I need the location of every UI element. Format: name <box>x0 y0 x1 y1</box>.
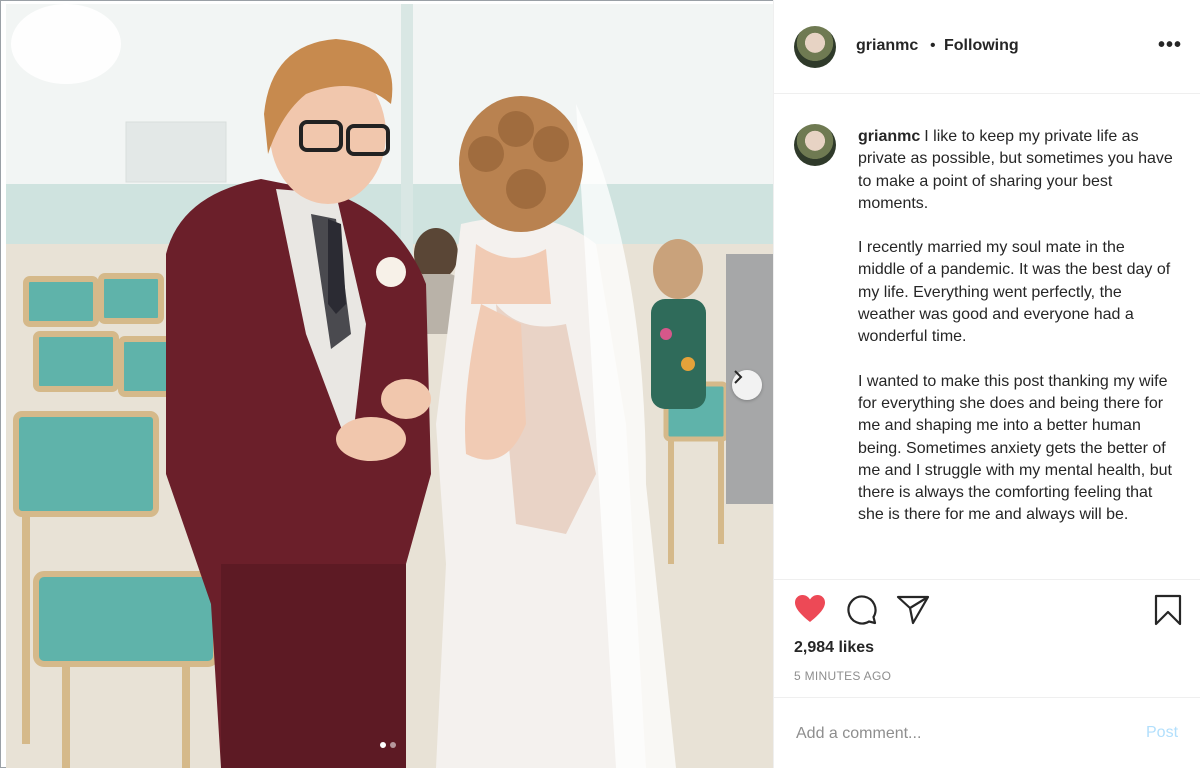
carousel-dot-active <box>380 742 386 748</box>
carousel-dot <box>390 742 396 748</box>
wedding-photo-illustration <box>6 4 773 768</box>
post-sidebar: grianmc • Following ••• grianmc I like to… <box>773 0 1200 768</box>
avatar[interactable] <box>794 26 836 68</box>
post-header: grianmc • Following ••• <box>774 0 1200 94</box>
bookmark-icon[interactable] <box>1154 594 1182 626</box>
caption-avatar[interactable] <box>794 124 836 166</box>
caption-paragraph-1: grianmc I like to keep my private life as… <box>858 126 1174 215</box>
share-icon[interactable] <box>896 594 930 626</box>
comment-icon[interactable] <box>846 594 878 626</box>
post-photo[interactable] <box>6 4 773 768</box>
caption-text: grianmc I like to keep my private life as… <box>858 126 1174 549</box>
following-button[interactable]: Following <box>944 37 1019 55</box>
post-timestamp[interactable]: 5 MINUTES AGO <box>794 669 891 683</box>
caption-paragraph-2: I recently married my soul mate in the m… <box>858 239 1171 346</box>
post-comment-button[interactable]: Post <box>1146 724 1178 742</box>
chevron-right-icon <box>734 370 743 384</box>
heart-icon[interactable] <box>794 594 826 624</box>
more-options-icon[interactable]: ••• <box>1158 34 1182 57</box>
author-username[interactable]: grianmc <box>856 37 918 55</box>
caption-paragraph-3: I wanted to make this post thanking my w… <box>858 372 1172 524</box>
header-separator: • <box>930 37 936 54</box>
likes-count[interactable]: 2,984 likes <box>794 639 874 657</box>
caption-username[interactable]: grianmc <box>858 128 920 145</box>
comment-bar: Post <box>774 697 1200 768</box>
comment-input[interactable] <box>794 720 1118 748</box>
carousel-indicator <box>380 742 396 748</box>
next-slide-button[interactable] <box>732 370 762 400</box>
post-actions: 2,984 likes 5 MINUTES AGO <box>774 579 1200 697</box>
caption-section: grianmc I like to keep my private life as… <box>774 94 1200 579</box>
